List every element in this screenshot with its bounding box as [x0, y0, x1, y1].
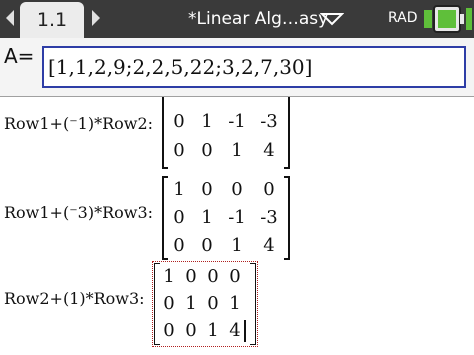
battery-icon — [424, 5, 472, 33]
dropdown-icon[interactable] — [320, 10, 344, 28]
matrix-cell: 0 — [201, 179, 213, 200]
matrix-cell: 1 — [229, 293, 241, 314]
right-bracket — [284, 176, 290, 260]
nav-left-icon[interactable] — [2, 6, 18, 30]
nav-right-icon[interactable] — [88, 6, 104, 30]
matrix-result[interactable]: 1 0 0 12 0 1 -1 -3 0 0 1 4 — [162, 97, 290, 169]
matrix-result[interactable]: 1 0 0 0 0 1 -1 -3 0 0 1 4 — [162, 176, 290, 260]
document-title: *Linear Alg…asy — [188, 9, 329, 29]
tab-1-1[interactable]: 1.1 — [20, 2, 84, 38]
right-bracket — [284, 97, 290, 169]
matrix-cell: 0 — [229, 266, 241, 287]
matrix-cell: 4 — [263, 235, 275, 256]
matrix-cell: 0 — [224, 97, 250, 101]
matrix-cell: 1 — [166, 97, 192, 101]
variable-label: A= — [4, 44, 35, 68]
angle-mode-indicator: RAD — [388, 10, 418, 26]
matrix-result-selected[interactable]: 1 0 0 0 0 1 0 1 0 0 1 4 — [152, 261, 258, 347]
matrix-cell: 0 — [173, 140, 185, 161]
matrix-cell: 1 — [201, 111, 213, 132]
matrix-cell: -1 — [228, 207, 246, 228]
matrix-cell: 0 — [263, 179, 275, 200]
entry-line: A= [1,1,2,9;2,2,5,22;3,2,7,30] — [0, 38, 474, 98]
matrix-cell: 1 — [231, 235, 243, 256]
title-bar: 1.1 *Linear Alg…asy RAD — [0, 0, 474, 38]
history-label: Row1+(⁻3)*Row3: — [4, 203, 154, 222]
matrix-cell: 0 — [201, 235, 213, 256]
text-cursor — [244, 320, 246, 342]
matrix-cell: -1 — [228, 111, 246, 132]
matrix-input-field[interactable]: [1,1,2,9;2,2,5,22;3,2,7,30] — [42, 46, 466, 88]
history-label: Row1+(⁻1)*Row2: — [4, 114, 154, 133]
matrix-cell: 12 — [256, 97, 282, 101]
matrix-cell: 0 — [173, 235, 185, 256]
history-label: Row2+(1)*Row3: — [4, 289, 145, 308]
matrix-cell: 0 — [231, 179, 243, 200]
right-bracket — [250, 263, 256, 345]
matrix-cell: -3 — [260, 207, 278, 228]
matrix-cell: 0 — [173, 111, 185, 132]
matrix-cell: 4 — [263, 140, 275, 161]
matrix-cell: -3 — [260, 111, 278, 132]
calculation-history: Row1+(⁻1)*Row2: 1 0 0 12 0 1 -1 -3 0 0 1… — [0, 97, 474, 355]
matrix-cell: 0 — [173, 207, 185, 228]
matrix-cell: 0 — [194, 97, 220, 101]
matrix-cell: 1 — [201, 207, 213, 228]
matrix-cell: 1 — [173, 179, 185, 200]
matrix-cell: 0 — [201, 140, 213, 161]
matrix-cell: 1 — [231, 140, 243, 161]
